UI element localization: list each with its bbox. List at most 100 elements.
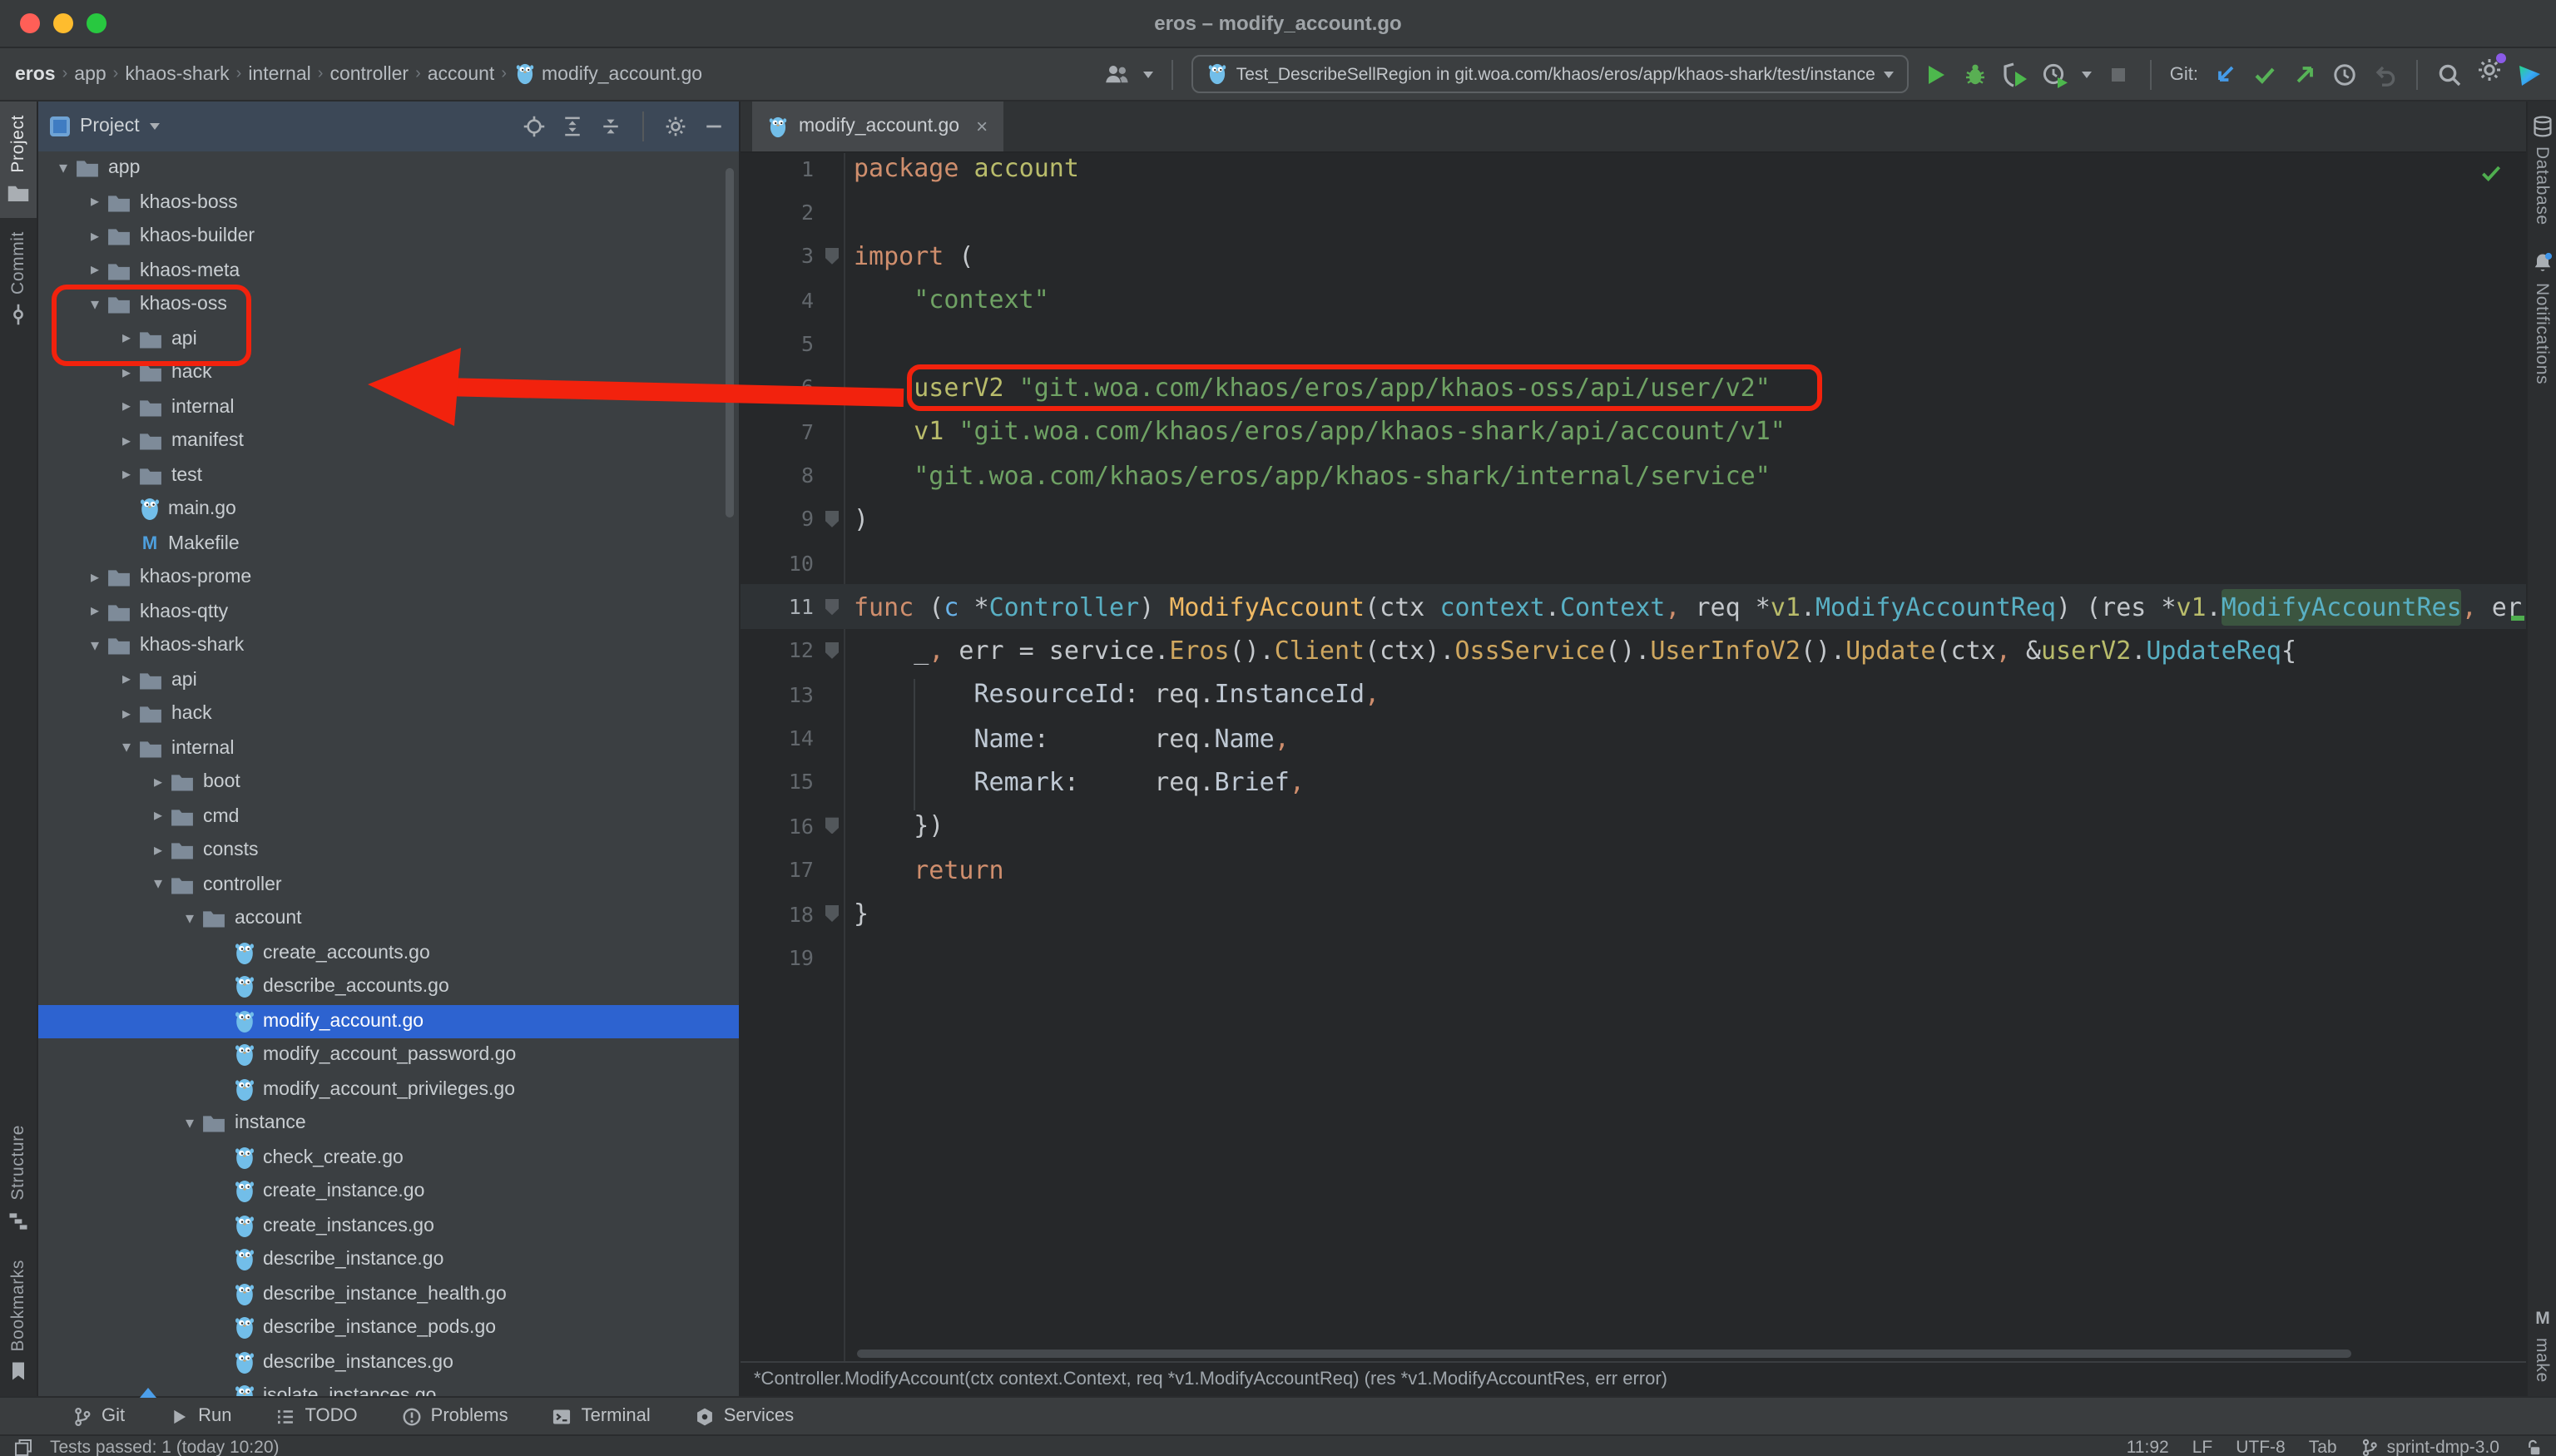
code-with-me-users-icon[interactable] (1103, 61, 1130, 87)
zoom-window-button[interactable] (87, 13, 106, 33)
chevron-down-icon[interactable] (1143, 71, 1153, 77)
stop-button[interactable] (2105, 61, 2132, 87)
tree-item-hack[interactable]: ▸hack (38, 697, 739, 731)
code-line-16[interactable]: 16 }) (741, 804, 2526, 848)
tree-item-consts[interactable]: ▸consts (38, 834, 739, 868)
tree-item-controller[interactable]: ▾controller (38, 868, 739, 902)
code-line-7[interactable]: 7 v1 "git.woa.com/khaos/eros/app/khaos-s… (741, 409, 2526, 453)
code-line-3[interactable]: 3import ( (741, 234, 2526, 278)
chevron-right-icon[interactable]: ▸ (146, 842, 170, 860)
code-line-10[interactable]: 10 (741, 541, 2526, 585)
editor-horizontal-scrollbar[interactable] (857, 1350, 2351, 1358)
code-line-4[interactable]: 4 "context" (741, 278, 2526, 322)
tree-item-describe_instance.go[interactable]: describe_instance.go (38, 1243, 739, 1277)
tree-item-app[interactable]: ▾app (38, 151, 739, 186)
chevron-right-icon[interactable]: ▸ (83, 194, 106, 212)
chevron-right-icon[interactable]: ▸ (83, 569, 106, 587)
tree-item-describe_instance_health.go[interactable]: describe_instance_health.go (38, 1277, 739, 1311)
code-line-15[interactable]: 15 Remark: req.Brief, (741, 760, 2526, 805)
caret-position[interactable]: 11:92 (2127, 1438, 2169, 1456)
code-line-2[interactable]: 2 (741, 191, 2526, 235)
chevron-down-icon[interactable]: ▾ (115, 740, 138, 758)
code-line-9[interactable]: 9) (741, 498, 2526, 542)
unlocked-icon[interactable] (2523, 1438, 2543, 1456)
locate-icon[interactable] (523, 115, 546, 138)
tree-item-describe_accounts.go[interactable]: describe_accounts.go (38, 970, 739, 1004)
breadcrumb-item-account[interactable]: account (423, 62, 500, 86)
minimize-window-button[interactable] (53, 13, 73, 33)
tree-scrollbar[interactable] (726, 168, 734, 518)
chevron-right-icon[interactable]: ▸ (83, 262, 106, 280)
hide-icon[interactable] (702, 115, 726, 138)
tab-modify-account-go[interactable]: modify_account.go × (752, 102, 1003, 151)
debug-button[interactable] (1962, 61, 1989, 87)
git-push-button[interactable] (2291, 61, 2318, 87)
tree-item-internal[interactable]: ▸internal (38, 390, 739, 424)
search-everywhere-button[interactable] (2436, 61, 2463, 87)
tree-item-instance[interactable]: ▾instance (38, 1107, 739, 1141)
chevron-right-icon[interactable]: ▸ (115, 671, 138, 690)
tree-item-main.go[interactable]: main.go (38, 493, 739, 527)
chevron-right-icon[interactable]: ▸ (115, 467, 138, 485)
chevron-right-icon[interactable]: ▸ (146, 808, 170, 826)
tool-window-button-commit[interactable]: Commit (0, 218, 37, 339)
tool-window-button-notifications[interactable]: Notifications (2528, 239, 2556, 399)
status-message[interactable]: Tests passed: 1 (today 10:20) (50, 1438, 280, 1456)
chevron-right-icon[interactable]: ▸ (115, 433, 138, 451)
run-configuration-select[interactable]: Test_DescribeSellRegion in git.woa.com/k… (1191, 55, 1909, 93)
tree-item-khaos-builder[interactable]: ▸khaos-builder (38, 220, 739, 254)
tree-item-khaos-qtty[interactable]: ▸khaos-qtty (38, 595, 739, 629)
collapse-all-icon[interactable] (599, 115, 622, 138)
tree-item-api[interactable]: ▸api (38, 663, 739, 697)
tree-item-check_create.go[interactable]: check_create.go (38, 1141, 739, 1175)
tree-item-Makefile[interactable]: MMakefile (38, 527, 739, 561)
code-line-14[interactable]: 14 Name: req.Name, (741, 716, 2526, 760)
chevron-down-icon[interactable]: ▾ (146, 876, 170, 894)
tool-window-button-make[interactable]: Mmake (2528, 1293, 2556, 1396)
tree-item-describe_instances.go[interactable]: describe_instances.go (38, 1345, 739, 1379)
tree-item-internal[interactable]: ▾internal (38, 731, 739, 765)
fold-marker[interactable] (825, 905, 839, 922)
chevron-down-icon[interactable]: ▾ (178, 1115, 201, 1133)
chevron-right-icon[interactable]: ▸ (83, 228, 106, 246)
code-line-19[interactable]: 19 (741, 935, 2526, 979)
tree-item-create_accounts.go[interactable]: create_accounts.go (38, 936, 739, 970)
fold-marker[interactable] (825, 248, 839, 265)
tool-window-button-git[interactable]: Git (50, 1398, 146, 1434)
code-line-13[interactable]: 13 ResourceId: req.InstanceId, (741, 672, 2526, 716)
chevron-right-icon[interactable]: ▸ (115, 364, 138, 383)
code-line-1[interactable]: 1package account (741, 153, 2526, 191)
chevron-down-icon[interactable]: ▾ (83, 637, 106, 656)
chevron-right-icon[interactable]: ▸ (146, 774, 170, 792)
tree-item-modify_account_privileges.go[interactable]: modify_account_privileges.go (38, 1072, 739, 1107)
tree-item-modify_account_password.go[interactable]: modify_account_password.go (38, 1038, 739, 1072)
profiler-button[interactable] (2042, 61, 2068, 87)
tool-window-button-database[interactable]: Database (2528, 102, 2556, 239)
indent-style[interactable]: Tab (2309, 1438, 2337, 1456)
git-branch[interactable]: sprint-dmp-3.0 (2360, 1438, 2499, 1456)
close-window-button[interactable] (20, 13, 40, 33)
tree-item-create_instance.go[interactable]: create_instance.go (38, 1175, 739, 1209)
code-line-17[interactable]: 17 return (741, 848, 2526, 892)
breadcrumb-item-internal[interactable]: internal (243, 62, 315, 86)
git-rollback-button[interactable] (2371, 61, 2398, 87)
code-line-12[interactable]: 12 _, err = service.Eros().Client(ctx).O… (741, 629, 2526, 673)
tree-item-boot[interactable]: ▸boot (38, 765, 739, 800)
git-commit-button[interactable] (2251, 61, 2278, 87)
close-icon[interactable]: × (976, 115, 988, 138)
breadcrumb-item-app[interactable]: app (69, 62, 111, 86)
breadcrumb-item-modify_account.go[interactable]: modify_account.go (508, 62, 707, 87)
git-history-button[interactable] (2331, 61, 2358, 87)
line-separator[interactable]: LF (2192, 1438, 2213, 1456)
tree-item-account[interactable]: ▾account (38, 902, 739, 936)
inspections-ok-icon[interactable] (2479, 161, 2503, 185)
breadcrumb-item-eros[interactable]: eros (10, 62, 61, 86)
run-button[interactable] (1922, 61, 1949, 87)
tool-window-button-project[interactable]: Project (0, 102, 37, 218)
chevron-right-icon[interactable]: ▸ (115, 399, 138, 417)
run-with-coverage-button[interactable] (2002, 61, 2028, 87)
code-line-5[interactable]: 5 (741, 322, 2526, 366)
tool-windows-icon[interactable] (13, 1438, 33, 1456)
code-editor[interactable]: 1package account23import (4 "context"56 … (741, 153, 2526, 1361)
chevron-down-icon[interactable] (2082, 71, 2092, 77)
